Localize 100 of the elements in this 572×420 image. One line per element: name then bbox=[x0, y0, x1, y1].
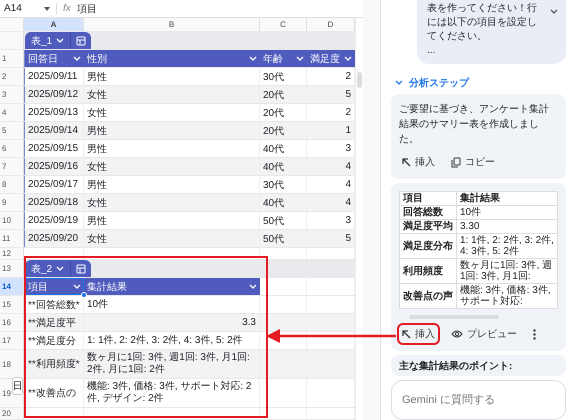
table-cell: 2025/09/18 bbox=[24, 194, 84, 211]
row-number: 16 bbox=[0, 314, 24, 331]
table-cell: 数ヶ月に1回: 3件, 週1回: 3件, 月1回: 2件, 月に1回: 2件 bbox=[84, 350, 260, 378]
row-number: 3 bbox=[0, 86, 24, 103]
row-number: 15 bbox=[0, 296, 24, 313]
insert-button[interactable]: 挿入 bbox=[399, 153, 438, 171]
analysis-steps-toggle[interactable]: 分析ステップ bbox=[391, 76, 566, 90]
table-cell: 2025/09/19 bbox=[24, 212, 84, 229]
preview-table-cell: 3.30 bbox=[456, 220, 558, 234]
response-text: ご要望に基づき、アンケート集計結果のサマリー表を作成しました。 bbox=[399, 102, 550, 147]
table-cell: 40代 bbox=[260, 158, 307, 175]
row-number: 18 bbox=[0, 350, 24, 378]
table-cell: 2025/09/15 bbox=[24, 140, 84, 157]
table-cell: 機能: 3件, 価格: 3件, サポート対応: 2件, デザイン: 2件 bbox=[84, 379, 260, 407]
table-icon bbox=[76, 36, 86, 46]
table-cell: 40代 bbox=[260, 194, 307, 211]
table-cell: 男性 bbox=[84, 122, 260, 139]
row-number: 12 bbox=[0, 248, 24, 259]
table-cell: 50代 bbox=[260, 230, 307, 247]
column-header[interactable]: 集計結果 bbox=[84, 278, 260, 295]
table-cell: **満足度分 bbox=[24, 332, 84, 349]
table-cell: 10件 bbox=[84, 296, 260, 313]
column-letter[interactable]: A bbox=[24, 18, 84, 31]
table-cell: 2025/09/17 bbox=[24, 176, 84, 193]
column-letter[interactable]: B bbox=[84, 18, 260, 31]
column-header[interactable]: 年齢 bbox=[260, 50, 307, 67]
table-cell: 女性 bbox=[84, 158, 260, 175]
column-header[interactable]: 項目 bbox=[24, 278, 84, 295]
ellipsis: ... bbox=[427, 44, 436, 58]
row-number: 2 bbox=[0, 68, 24, 85]
table-cell: 2025/09/20 bbox=[24, 230, 84, 247]
row-number: 20 bbox=[0, 408, 24, 419]
chevron-down-icon bbox=[344, 56, 352, 62]
table-cell: 20代 bbox=[260, 104, 307, 121]
table-cell: 30代 bbox=[260, 68, 307, 85]
row-number: 13 bbox=[0, 260, 24, 277]
table-cell: 20代 bbox=[260, 122, 307, 139]
preview-table-cell: 数ヶ月に1回: 3件, 週1回: 3件, 月1回: bbox=[456, 258, 558, 284]
row-number: 5 bbox=[0, 122, 24, 139]
formula-value[interactable]: 項目 bbox=[76, 2, 97, 16]
table-cell: 男性 bbox=[84, 176, 260, 193]
table-cell: **改善点の bbox=[24, 379, 84, 407]
copy-icon bbox=[451, 156, 461, 168]
column-header[interactable]: 性別 bbox=[84, 50, 260, 67]
table-tab[interactable]: 表_2 bbox=[25, 260, 92, 277]
scrollbar-track[interactable] bbox=[355, 18, 363, 420]
column-header[interactable]: 満足度 bbox=[307, 50, 355, 67]
table-icon bbox=[76, 264, 86, 274]
table-cell: 男性 bbox=[84, 212, 260, 229]
dropdown-icon bbox=[44, 6, 50, 10]
floating-chip: 日 bbox=[12, 377, 23, 395]
row-number: 4 bbox=[0, 104, 24, 121]
chevron-down-icon bbox=[249, 56, 257, 62]
column-header[interactable]: 回答日 bbox=[24, 50, 84, 67]
table-cell: 男性 bbox=[84, 140, 260, 157]
table-tab[interactable]: 表_1 bbox=[25, 32, 92, 49]
cell-reference[interactable]: A14 bbox=[4, 3, 22, 14]
preview-table-cell: 満足度平均 bbox=[400, 220, 456, 234]
preview-table-cell: 回答総数 bbox=[400, 206, 456, 220]
preview-table-cell: 改善点の声 bbox=[400, 284, 456, 308]
row-number: 7 bbox=[0, 158, 24, 175]
column-letter[interactable]: C bbox=[260, 18, 307, 31]
table-cell: 1: 1件, 2: 2件, 3: 2件, 4: 3件, 5: 2件 bbox=[84, 332, 260, 349]
function-label: fx bbox=[56, 3, 71, 14]
response-heading: 主な集計結果のポイント: bbox=[399, 361, 512, 372]
row-number: 11 bbox=[0, 230, 24, 247]
table-cell: 2025/09/16 bbox=[24, 158, 84, 175]
preview-table-cell: 10件 bbox=[456, 206, 558, 220]
table-cell: **回答総数* bbox=[24, 296, 84, 313]
message-text: 表を作ってください！行には以下の項目を設定してください。 bbox=[427, 2, 538, 44]
chevron-down-icon bbox=[73, 284, 81, 290]
table-cell: **満足度平 bbox=[24, 314, 84, 331]
arrow-up-left-icon bbox=[402, 158, 411, 166]
preview-table-cell: 機能: 3件, 価格: 3件, サポート対応: bbox=[456, 284, 558, 308]
chevron-down-icon bbox=[56, 266, 64, 272]
more-icon bbox=[533, 328, 536, 340]
table-cell: **利用頻度* bbox=[24, 350, 84, 378]
chevron-down-icon bbox=[56, 38, 64, 44]
row-number: 1 bbox=[0, 50, 24, 67]
corner-cell[interactable] bbox=[0, 18, 24, 31]
table-cell: 男性 bbox=[84, 68, 260, 85]
preview-table-header: 項目 bbox=[400, 192, 456, 206]
table-cell: 2025/09/11 bbox=[24, 68, 84, 85]
copy-button[interactable]: コピー bbox=[448, 153, 498, 171]
insert-button[interactable]: 挿入 bbox=[399, 325, 438, 343]
chat-input[interactable]: Gemini に質問する bbox=[391, 380, 566, 420]
table-cell: 20代 bbox=[260, 86, 307, 103]
chevron-down-icon bbox=[395, 80, 403, 86]
table-cell: 女性 bbox=[84, 194, 260, 211]
table-cell: 30代 bbox=[260, 176, 307, 193]
preview-button[interactable]: プレビュー bbox=[448, 325, 520, 343]
scrollbar-thumb[interactable] bbox=[357, 72, 362, 88]
column-letter[interactable]: D bbox=[307, 18, 355, 31]
preview-table-cell: 利用頻度 bbox=[400, 258, 456, 284]
table-cell: 2025/09/14 bbox=[24, 122, 84, 139]
preview-table-header: 集計結果 bbox=[456, 192, 558, 206]
table-cell: 3.3 bbox=[84, 314, 260, 331]
arrow-up-left-icon bbox=[402, 330, 411, 338]
expand-icon bbox=[550, 9, 558, 15]
table-cell: 女性 bbox=[84, 86, 260, 103]
